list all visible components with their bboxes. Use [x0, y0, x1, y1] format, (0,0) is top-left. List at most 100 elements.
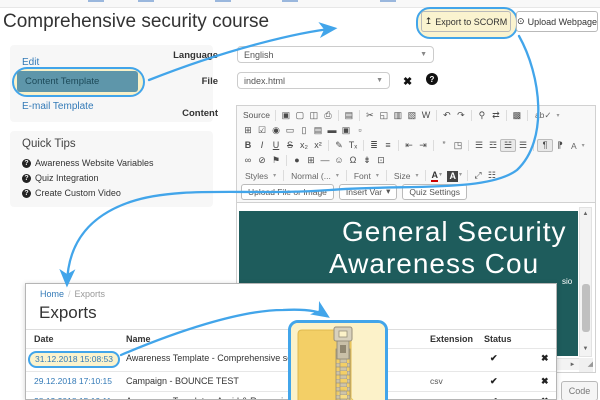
toolbar-cut[interactable]: ✂ [363, 109, 377, 122]
toolbar-page-break[interactable]: ⇟ [360, 154, 374, 167]
toolbar-checkbox[interactable]: ☑ [255, 124, 269, 137]
toolbar-templates[interactable]: ▤ [342, 109, 356, 122]
sidebar-item-content-template[interactable]: Content Template [17, 71, 138, 92]
toolbar-text-direction-ltr[interactable]: ¶ [537, 139, 553, 152]
toolbar-save[interactable]: ▣ [279, 109, 293, 122]
toolbar-paste-word[interactable]: W [419, 109, 433, 122]
delete-export-icon[interactable]: ✖ [532, 392, 556, 400]
chevron-down-icon: ▾ [581, 143, 585, 149]
quick-tip-quiz-integration[interactable]: ? Quiz Integration [22, 173, 99, 183]
toolbar-text-color[interactable]: A ▾ [429, 169, 445, 182]
delete-export-icon[interactable]: ✖ [532, 372, 556, 390]
toolbar-show-blocks[interactable]: ☷ [485, 169, 499, 182]
toolbar-form[interactable]: ⊞ [241, 124, 255, 137]
help-icon[interactable]: ? [426, 73, 438, 85]
scroll-right-icon[interactable]: ► [567, 360, 578, 371]
toolbar-size[interactable]: Size ▾ [390, 171, 423, 181]
toolbar-paste[interactable]: ▥ [391, 109, 405, 122]
toolbar-background-color[interactable]: A ▾ [445, 169, 464, 182]
toolbar-new-page[interactable]: ▢ [293, 109, 307, 122]
toolbar-replace[interactable]: ⇄ [489, 109, 503, 122]
toolbar-print[interactable]: ⎙ [321, 109, 335, 122]
toolbar-upload-file-button[interactable]: Upload File or Image [241, 183, 334, 200]
toolbar-textarea[interactable]: ▯ [297, 124, 311, 137]
toolbar-redo[interactable]: ↷ [454, 109, 468, 122]
toolbar-insert-var-button[interactable]: Insert Var ▾ [338, 183, 398, 200]
toolbar-smiley[interactable]: ☺ [332, 154, 346, 167]
quick-tip-custom-video[interactable]: ? Create Custom Video [22, 188, 121, 198]
scroll-down-icon[interactable]: ▼ [580, 344, 591, 355]
clear-file-icon[interactable]: ✖ [403, 75, 412, 88]
export-date-link[interactable]: 29.12.2018 17:10:15 [34, 376, 112, 386]
language-label: Language [173, 50, 218, 61]
scroll-up-icon[interactable]: ▲ [580, 209, 591, 220]
toolbar-anchor[interactable]: ⚑ [269, 154, 283, 167]
toolbar-bulleted-list[interactable]: ≡ [381, 139, 395, 152]
toolbar-image-button[interactable]: ▣ [339, 124, 353, 137]
toolbar-increase-indent[interactable]: ⇥ [416, 139, 430, 152]
toolbar-radio-button[interactable]: ◉ [269, 124, 283, 137]
toolbar-subscript[interactable]: x₂ [297, 139, 311, 152]
language-select[interactable]: English ▼ [237, 46, 434, 63]
editor-resize-handle[interactable]: ◢ [579, 358, 593, 372]
toolbar-special-character[interactable]: Ω [346, 154, 360, 167]
sidebar-item-email-template[interactable]: E-mail Template [22, 101, 94, 112]
toolbar-strikethrough[interactable]: S [283, 139, 297, 152]
toolbar-copy-formatting[interactable]: ✎ [332, 139, 346, 152]
toolbar-undo[interactable]: ↶ [440, 109, 454, 122]
toolbar-justify[interactable]: ☰ [516, 139, 530, 152]
toolbar-button-field[interactable]: ▬ [325, 124, 339, 137]
toolbar-remove-format[interactable]: Tₓ [346, 139, 360, 152]
toolbar-separator [425, 170, 427, 181]
toolbar-text-direction-rtl[interactable]: ⁋ [553, 139, 567, 152]
breadcrumb-home-link[interactable]: Home [40, 289, 64, 299]
toolbar-bold[interactable]: B [241, 139, 255, 152]
toolbar-quiz-settings-button[interactable]: Quiz Settings [402, 183, 467, 200]
delete-export-icon[interactable]: ✖ [532, 349, 556, 367]
toolbar-separator [274, 110, 276, 121]
scrollbar-thumb[interactable] [582, 284, 590, 332]
upload-icon: ⊙ [517, 16, 525, 26]
toolbar-font[interactable]: Font ▾ [350, 171, 383, 181]
toolbar-align-center[interactable]: ☲ [486, 139, 500, 152]
toolbar-spell-check[interactable]: ab✓ ▾ [531, 110, 564, 121]
toolbar-iframe[interactable]: ⊡ [374, 154, 388, 167]
toolbar-preview[interactable]: ◫ [307, 109, 321, 122]
toolbar-unlink[interactable]: ⊘ [255, 154, 269, 167]
toolbar-link[interactable]: ∞ [241, 154, 255, 167]
toolbar-maximize[interactable]: ⤢ [471, 169, 485, 182]
code-button[interactable]: Code [561, 381, 598, 400]
export-to-scorm-button[interactable]: ↥ Export to SCORM [421, 11, 511, 32]
toolbar-decrease-indent[interactable]: ⇤ [402, 139, 416, 152]
toolbar-paragraph-format[interactable]: Normal (... ▾ [287, 171, 343, 181]
toolbar-align-left[interactable]: ☰ [472, 139, 486, 152]
toolbar-select-all[interactable]: ▩ [510, 109, 524, 122]
toolbar-horizontal-rule[interactable]: — [318, 154, 332, 167]
toolbar-paste-text[interactable]: ▧ [405, 109, 419, 122]
toolbar-table[interactable]: ⊞ [304, 154, 318, 167]
upload-webpage-button[interactable]: ⊙ Upload Webpage [516, 11, 598, 32]
toolbar-styles[interactable]: Styles ▾ [241, 171, 280, 181]
toolbar-source[interactable]: Source [241, 109, 272, 122]
file-label: File [201, 76, 218, 87]
toolbar-italic[interactable]: I [255, 139, 269, 152]
toolbar-align-right[interactable]: ☱ [500, 139, 516, 152]
editor-vertical-scrollbar[interactable]: ▲ ▼ [579, 207, 592, 357]
toolbar-hidden-field[interactable]: ▫ [353, 124, 367, 137]
export-date-link[interactable]: 31.12.2018 15:08:53 [35, 354, 113, 364]
file-select[interactable]: index.html ▼ [237, 72, 390, 89]
toolbar-find[interactable]: ⚲ [475, 109, 489, 122]
toolbar-flash[interactable]: ● [290, 154, 304, 167]
toolbar-blockquote[interactable]: ” [437, 139, 451, 152]
toolbar-underline[interactable]: U [269, 139, 283, 152]
toolbar-div-container[interactable]: ◳ [451, 139, 465, 152]
toolbar-numbered-list[interactable]: ≣ [367, 139, 381, 152]
toolbar-copy[interactable]: ◱ [377, 109, 391, 122]
toolbar-language[interactable]: A ▾ [567, 141, 589, 151]
toolbar-text-field[interactable]: ▭ [283, 124, 297, 137]
toolbar-select-field[interactable]: ▤ [311, 124, 325, 137]
export-date-link[interactable]: 28.12.2018 15:19:11 [34, 396, 111, 400]
toolbar-superscript[interactable]: x² [311, 139, 325, 152]
quick-tip-awareness-variables[interactable]: ? Awareness Website Variables [22, 158, 154, 168]
toolbar-separator [363, 140, 364, 151]
